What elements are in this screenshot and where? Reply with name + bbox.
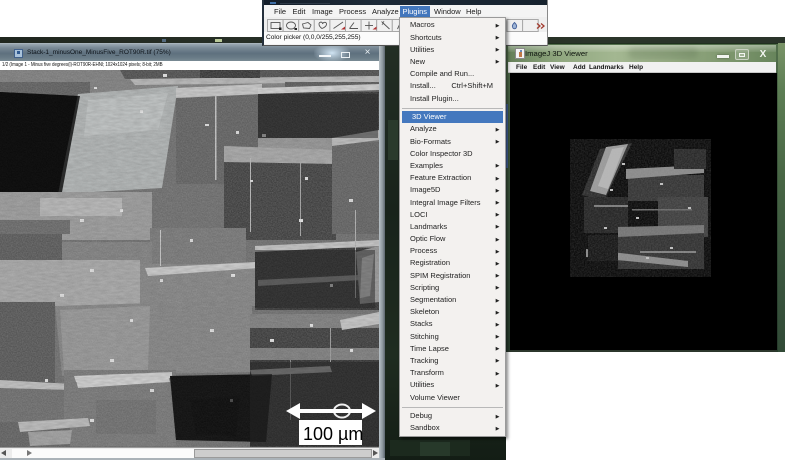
svg-text:100 µm: 100 µm	[303, 424, 363, 444]
